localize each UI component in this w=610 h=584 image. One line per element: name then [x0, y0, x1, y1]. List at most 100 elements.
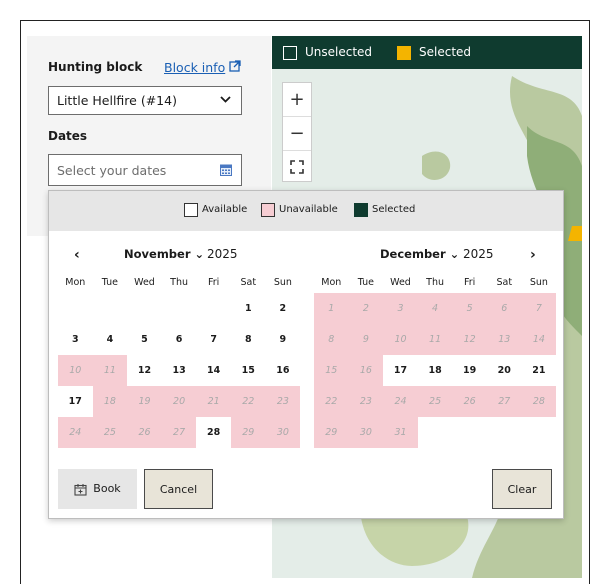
map-legend: Unselected Selected: [272, 36, 582, 69]
calendar-day: 3: [383, 293, 418, 324]
calendar-day: 29: [314, 417, 349, 448]
calendar-day: 26: [127, 417, 162, 448]
calendar-day: 6: [486, 293, 522, 324]
calendar-day: 19: [127, 386, 162, 417]
chevron-down-icon: ⌄: [194, 247, 205, 261]
legend-selected: Selected: [354, 203, 415, 217]
calendar-day: 30: [265, 417, 301, 448]
calendar-icon[interactable]: [220, 164, 232, 176]
calendar-day: 26: [452, 386, 487, 417]
calendar-day: 4: [417, 293, 453, 324]
chevron-down-icon: ⌄: [449, 247, 460, 261]
legend-available-label: Available: [202, 204, 248, 215]
calendar-day[interactable]: 12: [127, 355, 162, 386]
calendar-day: 23: [265, 386, 301, 417]
external-link-icon[interactable]: [229, 60, 241, 75]
cancel-button[interactable]: Cancel: [144, 469, 213, 509]
fullscreen-button[interactable]: [283, 151, 311, 184]
calendar-day: 24: [383, 386, 418, 417]
calendar-day: 10: [383, 324, 418, 355]
weekday-mon: Mon: [321, 277, 342, 288]
weekday-sat: Sat: [496, 277, 513, 288]
calendar-day: 21: [196, 386, 231, 417]
december-calendar: Mon Tue Wed Thu Fri Sat Sun 1 2 3 4 5 6 7 8 9 10 1…: [314, 273, 557, 448]
right-month-label: December: [380, 247, 446, 261]
right-month-select[interactable]: December ⌄: [380, 247, 459, 261]
weekday-fri: Fri: [464, 277, 476, 288]
calendar-day[interactable]: 7: [196, 324, 231, 355]
calendar-day[interactable]: 5: [127, 324, 162, 355]
calendar-day: 22: [230, 386, 266, 417]
calendar-day: 9: [348, 324, 384, 355]
unavailable-swatch: [261, 203, 275, 217]
unselected-swatch: [283, 46, 297, 60]
calendar-day: 7: [521, 293, 557, 324]
weekday-sun: Sun: [529, 277, 548, 288]
clear-button[interactable]: Clear: [492, 469, 552, 509]
map-legend-selected: Selected: [419, 45, 472, 59]
prev-month-button[interactable]: ‹: [74, 247, 80, 263]
calendar-day[interactable]: 16: [266, 355, 301, 386]
calendar-day[interactable]: 13: [162, 355, 197, 386]
hunting-block-value: Little Hellfire (#14): [57, 93, 177, 108]
calendar-day[interactable]: 21: [522, 355, 557, 386]
zoom-in-button[interactable]: +: [283, 83, 311, 117]
calendar-day: 13: [486, 324, 522, 355]
calendar-day: 30: [348, 417, 384, 448]
map-controls: + −: [282, 82, 312, 182]
hunting-block-select[interactable]: Little Hellfire (#14): [48, 86, 242, 115]
weekday-wed: Wed: [134, 277, 155, 288]
calendar-day[interactable]: 28: [196, 417, 231, 448]
zoom-out-button[interactable]: −: [283, 117, 311, 151]
december-days: 1 2 3 4 5 6 7 8 9 10 11 12 13 14 15 16 17 18 19 20 21 22 23 24 2…: [314, 293, 557, 448]
calendar-day[interactable]: 17: [58, 386, 93, 417]
weekday-mon: Mon: [65, 277, 86, 288]
calendar-blank-cell: [58, 293, 93, 324]
calendar-blank-cell: [418, 417, 453, 448]
calendar-day[interactable]: 1: [231, 293, 266, 324]
calendar-day[interactable]: 2: [266, 293, 301, 324]
weekday-tue: Tue: [357, 277, 374, 288]
calendar-day[interactable]: 17: [383, 355, 418, 386]
calendar-day[interactable]: 15: [231, 355, 266, 386]
legend-selected-label: Selected: [372, 204, 416, 215]
calendar-day[interactable]: 14: [196, 355, 231, 386]
left-month-select[interactable]: November ⌄: [124, 247, 204, 261]
calendar-blank-cell: [93, 293, 128, 324]
left-year-select[interactable]: 2025: [207, 247, 238, 261]
calendar-day: 20: [161, 386, 197, 417]
calendar-day: 16: [348, 355, 384, 386]
calendar-day[interactable]: 4: [93, 324, 128, 355]
calendar-day[interactable]: 18: [418, 355, 453, 386]
right-year-select[interactable]: 2025: [463, 247, 494, 261]
calendar-day[interactable]: 9: [266, 324, 301, 355]
block-info-link[interactable]: Block info: [164, 60, 225, 75]
fullscreen-icon: [290, 160, 304, 174]
november-days: 1 2 3 4 5 6 7 8 9 10 11 12 13 14 15 16 17 18 19 20 21 22 23 24 2…: [58, 293, 301, 448]
calendar-day: 25: [92, 417, 128, 448]
dates-placeholder: Select your dates: [57, 163, 167, 178]
weekday-header: Mon Tue Wed Thu Fri Sat Sun: [314, 273, 556, 293]
calendar-day: 14: [521, 324, 557, 355]
calendar-day: 25: [417, 386, 453, 417]
calendar-day: 23: [348, 386, 384, 417]
calendar-day: 28: [521, 386, 557, 417]
weekday-thu: Thu: [426, 277, 444, 288]
calendar-day[interactable]: 19: [452, 355, 487, 386]
chevron-down-icon: [220, 91, 231, 110]
calendar-day[interactable]: 8: [231, 324, 266, 355]
dates-input[interactable]: Select your dates: [48, 154, 242, 186]
next-month-button[interactable]: ›: [530, 247, 536, 263]
calendar-day[interactable]: 6: [162, 324, 197, 355]
calendar-day: 2: [348, 293, 384, 324]
calendar-day: 24: [58, 417, 93, 448]
calendar-blank-cell: [127, 293, 162, 324]
hunting-block-label: Hunting block: [48, 60, 143, 74]
calendar-day[interactable]: 20: [487, 355, 522, 386]
book-button[interactable]: Book: [58, 469, 137, 509]
calendar-day: 15: [314, 355, 349, 386]
calendar-blank-cell: [487, 417, 522, 448]
calendar-day: 10: [58, 355, 93, 386]
selected-swatch: [397, 46, 411, 60]
calendar-day[interactable]: 3: [58, 324, 93, 355]
